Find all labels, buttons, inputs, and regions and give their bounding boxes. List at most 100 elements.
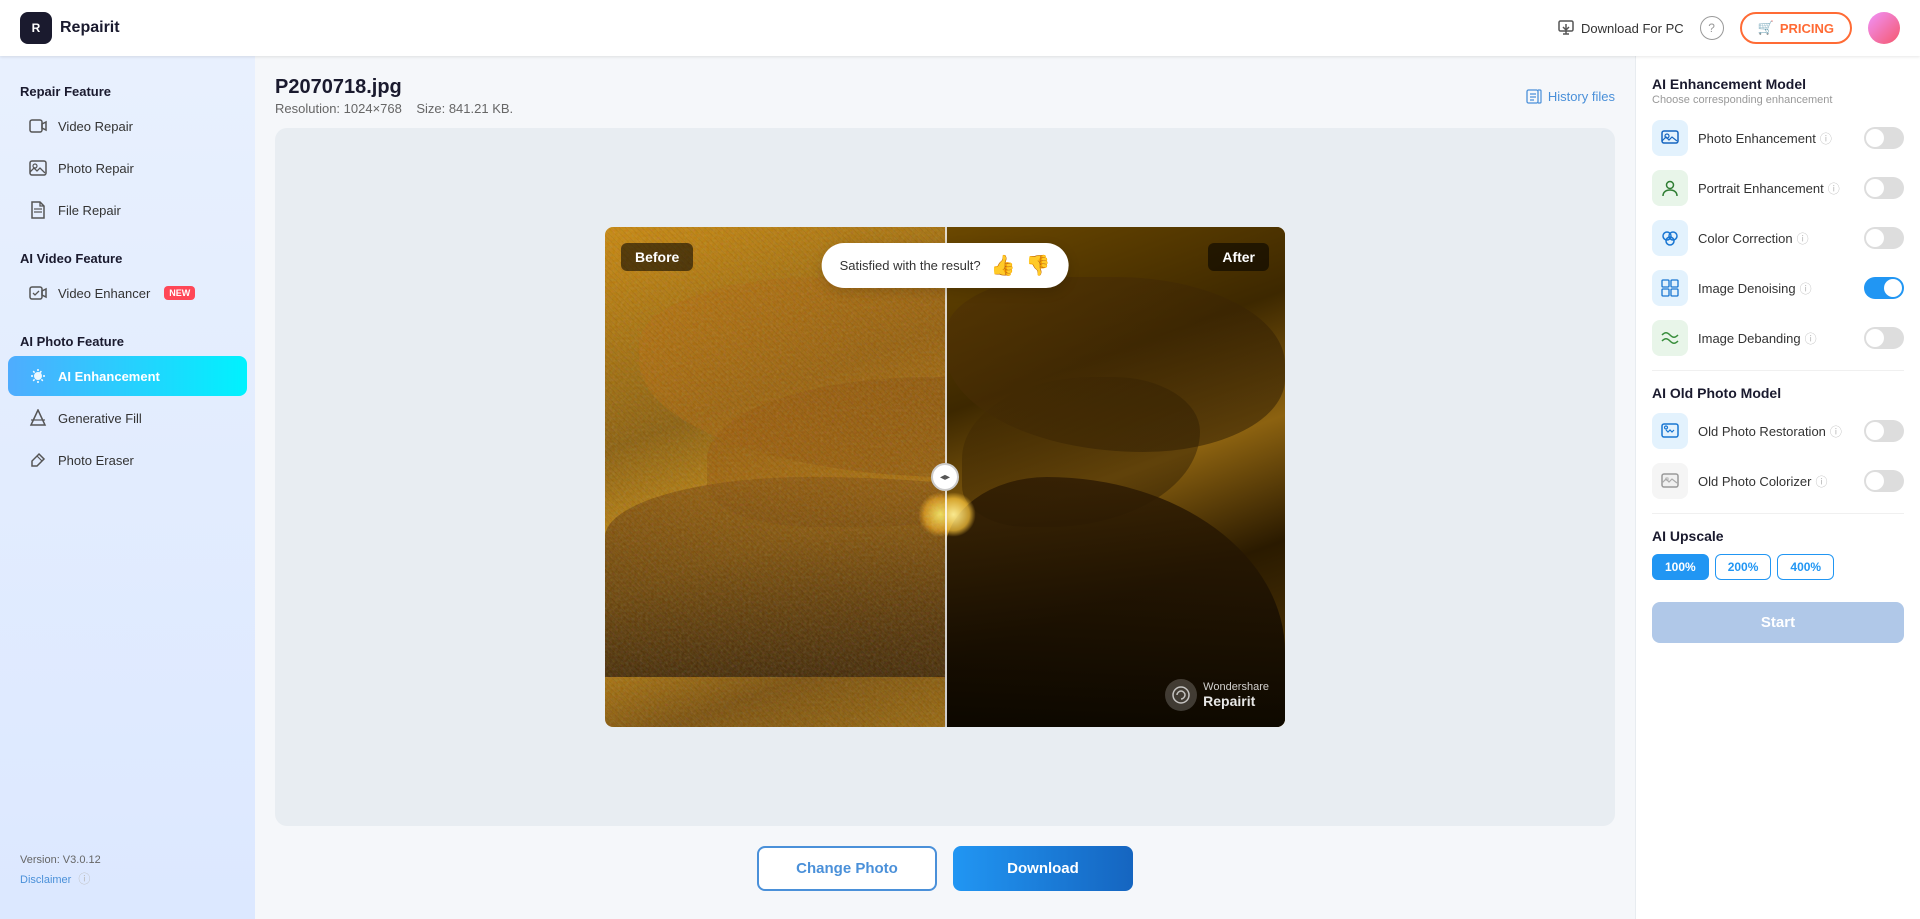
file-repair-icon [28, 200, 48, 220]
handle-arrows: ◂▸ [940, 472, 950, 483]
history-label: History files [1548, 89, 1615, 104]
color-correction-icon [1652, 220, 1688, 256]
file-meta: Resolution: 1024×768 Size: 841.21 KB. [275, 101, 513, 116]
file-info-bar: P2070718.jpg Resolution: 1024×768 Size: … [275, 76, 1615, 116]
photo-enhancement-toggle[interactable] [1864, 127, 1904, 149]
satisfaction-popup: Satisfied with the result? 👍 👎 [822, 243, 1069, 288]
photo-enhancement-info[interactable]: ⓘ [1820, 130, 1832, 147]
download-pc-button[interactable]: Download For PC [1557, 19, 1684, 37]
upscale-200-button[interactable]: 200% [1715, 554, 1772, 580]
feature-image-denoising: Image Denoising ⓘ [1652, 270, 1904, 306]
upscale-100-button[interactable]: 100% [1652, 554, 1709, 580]
color-correction-toggle[interactable] [1864, 227, 1904, 249]
feature-image-debanding: Image Debanding ⓘ [1652, 320, 1904, 356]
start-button[interactable]: Start [1652, 602, 1904, 643]
app-name: Repairit [60, 19, 120, 37]
watermark-text-block: Wondershare Repairit [1203, 681, 1269, 709]
help-icon[interactable]: ? [1700, 16, 1724, 40]
photo-enhancement-label: Photo Enhancement ⓘ [1698, 130, 1854, 147]
action-bar: Change Photo Download [275, 838, 1615, 899]
satisfaction-text: Satisfied with the result? [840, 258, 981, 273]
old-photo-restoration-toggle[interactable] [1864, 420, 1904, 442]
sidebar-item-video-enhancer[interactable]: Video Enhancer NEW [8, 273, 247, 313]
feature-old-photo-colorizer: Old Photo Colorizer ⓘ [1652, 463, 1904, 499]
new-badge: NEW [164, 286, 195, 300]
photo-eraser-icon [28, 450, 48, 470]
pricing-button[interactable]: 🛒 PRICING [1740, 12, 1852, 44]
image-debanding-icon [1652, 320, 1688, 356]
old-photo-colorizer-toggle[interactable] [1864, 470, 1904, 492]
photo-enhancement-icon [1652, 120, 1688, 156]
file-name: P2070718.jpg [275, 76, 513, 99]
repair-feature-title: Repair Feature [0, 76, 255, 105]
watermark-brand: Repairit [1203, 693, 1269, 709]
old-photo-colorizer-info[interactable]: ⓘ [1815, 473, 1827, 490]
sidebar-item-generative-fill[interactable]: Generative Fill [8, 398, 247, 438]
generative-fill-icon [28, 408, 48, 428]
old-photo-restoration-icon [1652, 413, 1688, 449]
file-info-left: P2070718.jpg Resolution: 1024×768 Size: … [275, 76, 513, 116]
portrait-enhancement-info[interactable]: ⓘ [1828, 180, 1840, 197]
disclaimer-link[interactable]: Disclaimer [20, 874, 71, 886]
feature-color-correction: Color Correction ⓘ [1652, 220, 1904, 256]
image-denoising-label: Image Denoising ⓘ [1698, 280, 1854, 297]
upscale-400-button[interactable]: 400% [1777, 554, 1834, 580]
ai-enhancement-icon [28, 366, 48, 386]
monitor-icon [1557, 19, 1575, 37]
photo-repair-icon [28, 158, 48, 178]
thumbs-up-button[interactable]: 👍 [991, 253, 1016, 278]
version-text: Version: V3.0.12 [20, 854, 235, 866]
image-denoising-info[interactable]: ⓘ [1800, 280, 1812, 297]
portrait-enhancement-icon [1652, 170, 1688, 206]
ai-enhancement-subtitle: Choose corresponding enhancement [1652, 94, 1904, 106]
change-photo-button[interactable]: Change Photo [757, 846, 937, 891]
header: R Repairit Download For PC ? 🛒 PRICING [0, 0, 1920, 56]
ai-enhancement-title: AI Enhancement Model [1652, 76, 1904, 92]
comparison-handle[interactable]: ◂▸ [931, 463, 959, 491]
photo-repair-label: Photo Repair [58, 161, 134, 176]
old-photo-restoration-info[interactable]: ⓘ [1830, 423, 1842, 440]
feature-photo-enhancement: Photo Enhancement ⓘ [1652, 120, 1904, 156]
sidebar-item-photo-eraser[interactable]: Photo Eraser [8, 440, 247, 480]
image-debanding-toggle[interactable] [1864, 327, 1904, 349]
sidebar-footer: Version: V3.0.12 Disclaimer ⓘ [0, 842, 255, 899]
video-repair-label: Video Repair [58, 119, 133, 134]
ai-photo-title: AI Photo Feature [0, 326, 255, 355]
video-enhancer-label: Video Enhancer [58, 286, 150, 301]
cart-icon: 🛒 [1758, 20, 1774, 36]
watermark: Wondershare Repairit [1165, 679, 1269, 711]
history-files-button[interactable]: History files [1526, 88, 1615, 104]
sidebar-item-photo-repair[interactable]: Photo Repair [8, 148, 247, 188]
image-debanding-label: Image Debanding ⓘ [1698, 330, 1854, 347]
before-label: Before [621, 243, 693, 271]
after-label: After [1208, 243, 1269, 271]
feature-old-photo-restoration: Old Photo Restoration ⓘ [1652, 413, 1904, 449]
sidebar-item-ai-enhancement[interactable]: AI Enhancement [8, 356, 247, 396]
header-left: R Repairit [20, 12, 120, 44]
image-denoising-toggle[interactable] [1864, 277, 1904, 299]
upscale-options: 100% 200% 400% [1652, 554, 1904, 580]
download-button[interactable]: Download [953, 846, 1133, 891]
history-icon [1526, 88, 1542, 104]
sidebar: Repair Feature Video Repair Photo Repair… [0, 56, 255, 919]
feature-portrait-enhancement: Portrait Enhancement ⓘ [1652, 170, 1904, 206]
avatar[interactable] [1868, 12, 1900, 44]
thumbs-down-button[interactable]: 👎 [1025, 253, 1050, 278]
photo-eraser-label: Photo Eraser [58, 453, 134, 468]
watermark-logo [1165, 679, 1197, 711]
after-image [945, 227, 1285, 727]
portrait-enhancement-toggle[interactable] [1864, 177, 1904, 199]
sidebar-item-video-repair[interactable]: Video Repair [8, 106, 247, 146]
comparison-container[interactable]: ◂▸ Before After Satisfied with the resul… [605, 227, 1285, 727]
main-layout: Repair Feature Video Repair Photo Repair… [0, 56, 1920, 919]
content-area: P2070718.jpg Resolution: 1024×768 Size: … [255, 56, 1635, 919]
video-repair-icon [28, 116, 48, 136]
app-logo-icon: R [20, 12, 52, 44]
panel-divider-1 [1652, 370, 1904, 371]
image-debanding-info[interactable]: ⓘ [1805, 330, 1817, 347]
color-correction-info[interactable]: ⓘ [1797, 230, 1809, 247]
old-photo-restoration-label: Old Photo Restoration ⓘ [1698, 423, 1854, 440]
sidebar-item-file-repair[interactable]: File Repair [8, 190, 247, 230]
ai-video-title: AI Video Feature [0, 243, 255, 272]
ai-upscale-section: AI Upscale 100% 200% 400% [1652, 528, 1904, 580]
